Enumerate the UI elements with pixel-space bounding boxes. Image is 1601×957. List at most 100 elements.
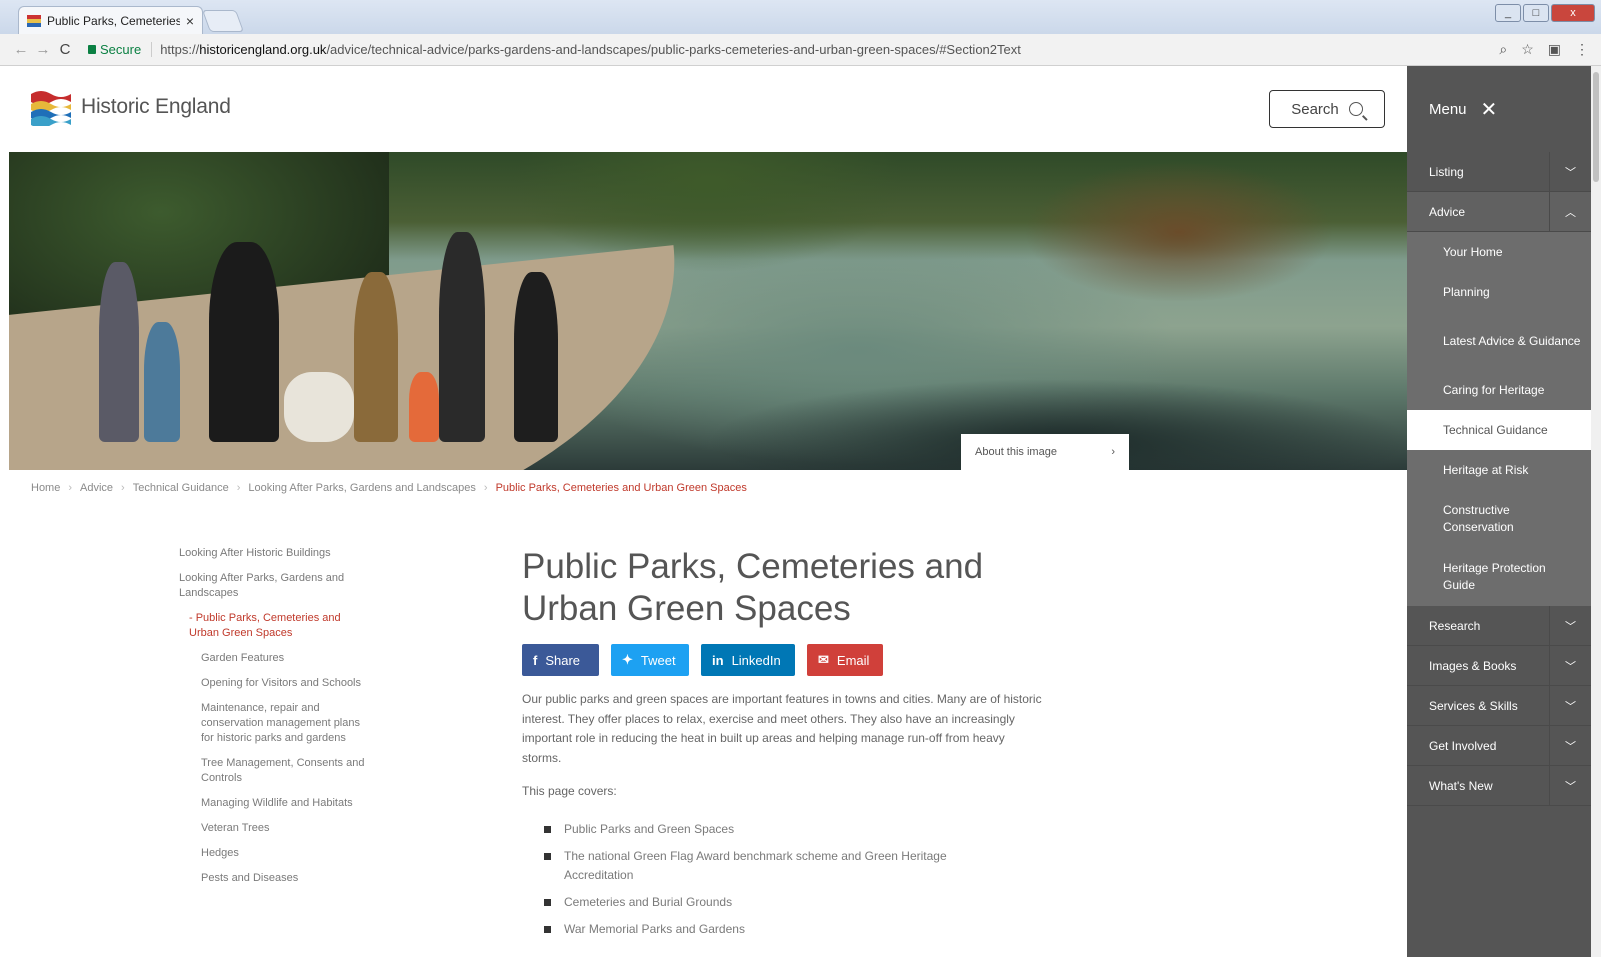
url-field[interactable]: https://historicengland.org.uk/advice/te…: [151, 42, 1021, 57]
secure-label: Secure: [100, 42, 142, 57]
zoom-icon[interactable]: ⌕: [1499, 41, 1507, 58]
window-controls: _ □ x: [1495, 4, 1595, 22]
page-sections-list: Public Parks and Green Spaces The nation…: [544, 820, 1062, 939]
scrollbar-thumb[interactable]: [1593, 72, 1599, 182]
submenu-item-technical-guidance[interactable]: Technical Guidance: [1407, 410, 1591, 450]
page-scrollbar[interactable]: [1591, 66, 1601, 957]
site-favicon-icon: [27, 14, 41, 27]
main-content: Public Parks, Cemeteries and Urban Green…: [522, 546, 1062, 947]
search-label: Search: [1291, 100, 1339, 118]
chevron-down-icon[interactable]: ﹀: [1549, 726, 1591, 765]
facebook-share-label: Share: [545, 652, 581, 668]
section-nav-item[interactable]: Looking After Historic Buildings: [179, 546, 369, 561]
linkedin-share-button[interactable]: in LinkedIn: [701, 644, 795, 676]
url-scheme: https://: [160, 42, 200, 57]
reload-button[interactable]: C: [54, 41, 76, 58]
window-minimize-button[interactable]: _: [1495, 4, 1521, 22]
chevron-down-icon[interactable]: ﹀: [1549, 686, 1591, 725]
submenu-item-caring-for-heritage[interactable]: Caring for Heritage: [1407, 370, 1591, 410]
linkedin-icon: in: [712, 652, 724, 668]
browser-menu-icon[interactable]: ⋮: [1575, 41, 1589, 58]
new-tab-button[interactable]: [201, 10, 245, 32]
search-button[interactable]: Search: [1269, 90, 1385, 128]
menu-label: Menu: [1429, 100, 1467, 118]
chevron-right-icon: ›: [1111, 446, 1115, 458]
section-nav-item[interactable]: Managing Wildlife and Habitats: [179, 796, 369, 811]
menu-header[interactable]: Menu ✕: [1407, 66, 1591, 152]
submenu-item-constructive-conservation[interactable]: Constructive Conservation: [1407, 490, 1591, 548]
menu-item-research[interactable]: Research ﹀: [1407, 606, 1591, 646]
section-nav-item[interactable]: Looking After Parks, Gardens and Landsca…: [179, 571, 369, 601]
page-covers-label: This page covers:: [522, 784, 617, 798]
about-this-image-button[interactable]: About this image ›: [961, 434, 1129, 470]
facebook-share-button[interactable]: f Share: [522, 644, 599, 676]
window-close-button[interactable]: x: [1551, 4, 1595, 22]
url-host: historicengland.org.uk: [199, 42, 327, 57]
extension-icon[interactable]: ▣: [1548, 41, 1561, 58]
section-nav-item[interactable]: Tree Management, Consents and Controls: [179, 756, 369, 786]
breadcrumb-parks-gardens[interactable]: Looking After Parks, Gardens and Landsca…: [248, 482, 475, 494]
menu-item-services-skills[interactable]: Services & Skills ﹀: [1407, 686, 1591, 726]
tab-title: Public Parks, Cemeteries: [47, 13, 180, 28]
submenu-item-planning[interactable]: Planning: [1407, 272, 1591, 312]
historic-england-logo-icon: [31, 91, 71, 126]
breadcrumb-technical-guidance[interactable]: Technical Guidance: [133, 482, 229, 494]
linkedin-share-label: LinkedIn: [731, 652, 781, 668]
section-nav-item-current[interactable]: - Public Parks, Cemeteries and Urban Gre…: [179, 611, 369, 641]
section-nav-item[interactable]: Maintenance, repair and conservation man…: [179, 701, 369, 746]
intro-paragraph: Our public parks and green spaces are im…: [522, 692, 1042, 765]
breadcrumb-advice[interactable]: Advice: [80, 482, 113, 494]
section-link[interactable]: War Memorial Parks and Gardens: [544, 920, 974, 939]
menu-item-listing[interactable]: Listing ﹀: [1407, 152, 1591, 192]
menu-item-images-books[interactable]: Images & Books ﹀: [1407, 646, 1591, 686]
submenu-item-latest-advice[interactable]: Latest Advice & Guidance: [1407, 312, 1591, 370]
hero-image: About this image ›: [9, 152, 1407, 470]
twitter-tweet-button[interactable]: ✦ Tweet: [611, 644, 689, 676]
tab-close-icon[interactable]: ×: [186, 13, 194, 29]
back-button[interactable]: ←: [10, 41, 32, 58]
submenu-item-heritage-protection-guide[interactable]: Heritage Protection Guide: [1407, 548, 1591, 606]
breadcrumb-home[interactable]: Home: [31, 482, 60, 494]
address-bar: ← → C Secure https://historicengland.org…: [0, 34, 1601, 66]
twitter-tweet-label: Tweet: [640, 652, 676, 668]
hero-figures: [99, 192, 619, 442]
forward-button[interactable]: →: [32, 41, 54, 58]
breadcrumb-separator-icon: ›: [483, 482, 488, 494]
site-header: Historic England Search: [9, 66, 1407, 152]
breadcrumb-separator-icon: ›: [121, 482, 125, 494]
bookmark-star-icon[interactable]: ☆: [1521, 41, 1534, 58]
window-maximize-button[interactable]: □: [1523, 4, 1549, 22]
menu-item-label: Images & Books: [1429, 658, 1517, 673]
breadcrumb-separator-icon: ›: [68, 482, 73, 494]
menu-item-label: Advice: [1429, 204, 1466, 219]
browser-tab[interactable]: Public Parks, Cemeteries ×: [18, 6, 203, 34]
section-link[interactable]: The national Green Flag Award benchmark …: [544, 847, 974, 885]
section-nav-item[interactable]: Pests and Diseases: [179, 871, 369, 886]
section-nav-item[interactable]: Hedges: [179, 846, 369, 861]
secure-indicator[interactable]: Secure: [88, 42, 141, 57]
browser-titlebar: Public Parks, Cemeteries × _ □ x: [0, 0, 1601, 34]
menu-item-get-involved[interactable]: Get Involved ﹀: [1407, 726, 1591, 766]
chevron-up-icon[interactable]: ︿: [1549, 192, 1591, 231]
submenu-item-your-home[interactable]: Your Home: [1407, 232, 1591, 272]
menu-item-advice[interactable]: Advice ︿: [1407, 192, 1591, 232]
lock-icon: [88, 45, 96, 54]
section-nav-item[interactable]: Opening for Visitors and Schools: [179, 676, 369, 691]
chevron-down-icon[interactable]: ﹀: [1549, 646, 1591, 685]
section-nav-item[interactable]: Veteran Trees: [179, 821, 369, 836]
section-link[interactable]: Cemeteries and Burial Grounds: [544, 893, 974, 912]
site-logo[interactable]: Historic England: [31, 88, 231, 126]
chevron-down-icon[interactable]: ﹀: [1549, 152, 1591, 191]
chevron-down-icon[interactable]: ﹀: [1549, 606, 1591, 645]
section-nav-item[interactable]: Garden Features: [179, 651, 369, 666]
close-icon[interactable]: ✕: [1481, 97, 1498, 122]
email-share-button[interactable]: ✉ Email: [807, 644, 883, 676]
side-menu: Menu ✕ Listing ﹀ Advice ︿ Your Home Plan…: [1407, 66, 1591, 957]
menu-item-whats-new[interactable]: What's New ﹀: [1407, 766, 1591, 806]
envelope-icon: ✉: [818, 652, 829, 667]
section-link[interactable]: Public Parks and Green Spaces: [544, 820, 974, 839]
menu-item-label: Listing: [1429, 164, 1464, 179]
chevron-down-icon[interactable]: ﹀: [1549, 766, 1591, 805]
menu-item-label: Get Involved: [1429, 738, 1497, 753]
submenu-item-heritage-at-risk[interactable]: Heritage at Risk: [1407, 450, 1591, 490]
